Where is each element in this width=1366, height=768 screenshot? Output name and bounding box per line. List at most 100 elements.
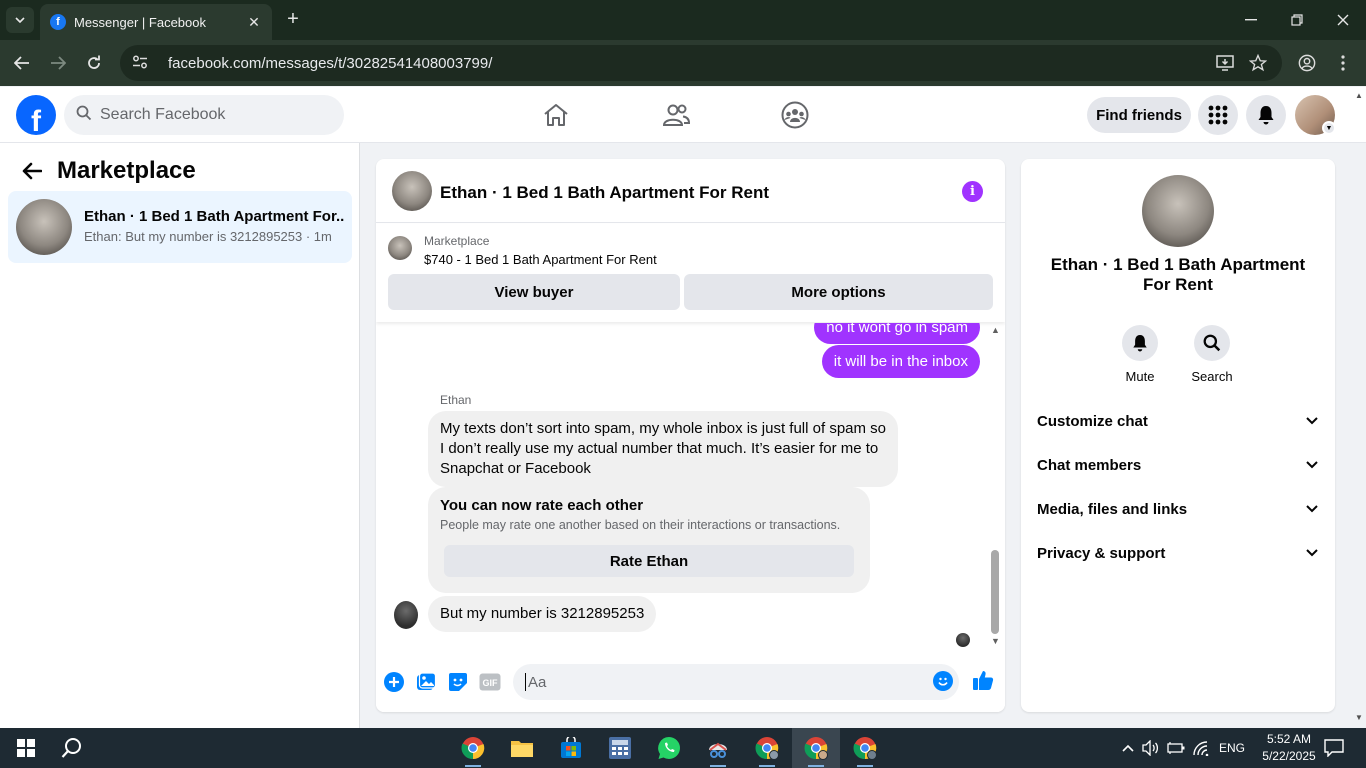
address-bar[interactable]: facebook.com/messages/t/3028254140800379… (120, 45, 1282, 81)
install-app-icon[interactable] (1214, 52, 1236, 74)
battery-icon[interactable] (1165, 734, 1187, 762)
chrome-profile-icon[interactable] (851, 734, 879, 762)
rating-card: You can now rate each other People may r… (428, 487, 870, 593)
listing-avatar[interactable] (1142, 175, 1214, 247)
search-in-conversation-button[interactable]: Search (1182, 325, 1242, 384)
profile-icon[interactable] (1296, 52, 1318, 74)
groups-icon[interactable] (778, 99, 812, 131)
more-options-button[interactable]: More options (684, 274, 993, 310)
menu-grid-button[interactable] (1198, 95, 1238, 135)
chat-members-row[interactable]: Chat members (1037, 447, 1319, 483)
listing-title[interactable]: $740 - 1 Bed 1 Bath Apartment For Rent (424, 252, 657, 267)
bookmark-star-icon[interactable] (1247, 52, 1269, 74)
file-explorer-icon[interactable] (508, 734, 536, 762)
incoming-message[interactable]: But my number is 3212895253 (428, 596, 657, 632)
calculator-app-icon[interactable] (606, 734, 634, 762)
notification-center-icon[interactable] (1320, 734, 1348, 762)
gif-label: GIF (483, 678, 499, 688)
view-buyer-button[interactable]: View buyer (388, 274, 680, 310)
minimize-button[interactable] (1228, 6, 1274, 34)
info-icon[interactable]: i (962, 181, 983, 202)
page-scrollbar[interactable]: ▲ ▼ (1352, 87, 1366, 728)
language-indicator[interactable]: ENG (1219, 741, 1245, 755)
incoming-message[interactable]: My texts don’t sort into spam, my whole … (428, 411, 898, 487)
back-arrow-button[interactable] (18, 157, 46, 185)
privacy-support-row[interactable]: Privacy & support (1037, 535, 1319, 571)
chat-title[interactable]: Ethan · 1 Bed 1 Bath Apartment For Rent (440, 183, 769, 203)
site-info-icon[interactable] (132, 55, 154, 72)
sender-name: Ethan (440, 393, 472, 407)
chevron-down-icon (15, 17, 25, 23)
emoji-icon[interactable] (933, 671, 953, 691)
scroll-up-arrow-icon[interactable]: ▲ (991, 325, 1000, 335)
scroll-down-arrow-icon[interactable]: ▼ (991, 636, 1000, 646)
scroll-down-arrow-icon[interactable]: ▼ (1355, 713, 1363, 722)
facebook-search-input[interactable]: Search Facebook (64, 95, 344, 135)
mute-label: Mute (1125, 369, 1155, 384)
home-icon[interactable] (539, 99, 573, 131)
clock-time[interactable]: 5:52 AM (1259, 732, 1319, 746)
listing-thumbnail[interactable] (388, 236, 412, 260)
chat-avatar[interactable] (392, 171, 432, 211)
browser-menu-icon[interactable] (1332, 52, 1354, 74)
find-friends-button[interactable]: Find friends (1087, 97, 1191, 133)
wifi-icon[interactable] (1190, 734, 1212, 762)
message-scrollbar[interactable]: ▲ ▼ (989, 323, 1001, 657)
message-list: no it wont go in spam it will be in the … (376, 323, 1005, 657)
customize-chat-row[interactable]: Customize chat (1037, 403, 1319, 439)
windows-start-icon[interactable] (12, 734, 40, 762)
close-icon (1337, 14, 1349, 26)
outgoing-message[interactable]: no it wont go in spam (814, 323, 980, 344)
microsoft-store-icon[interactable] (557, 734, 585, 762)
volume-icon[interactable] (1140, 734, 1162, 762)
chat-header: Ethan · 1 Bed 1 Bath Apartment For Rent … (376, 159, 1005, 223)
chevron-down-icon[interactable]: ▼ (1322, 121, 1336, 135)
reload-button[interactable] (81, 50, 107, 76)
plus-circle-icon[interactable] (383, 671, 405, 693)
running-indicator (465, 765, 481, 767)
tab-close-icon[interactable]: ✕ (246, 14, 262, 31)
browser-toolbar: facebook.com/messages/t/3028254140800379… (0, 40, 1366, 86)
chevron-down-icon (1305, 414, 1319, 428)
mute-button[interactable]: Mute (1110, 325, 1170, 384)
whatsapp-icon[interactable] (655, 734, 683, 762)
running-indicator (857, 765, 873, 767)
message-input-placeholder: Aa (528, 673, 547, 691)
scrollbar-thumb[interactable] (991, 550, 999, 634)
search-icon[interactable] (58, 734, 86, 762)
tab-title: Messenger | Facebook (74, 14, 206, 30)
outgoing-message[interactable]: it will be in the inbox (821, 345, 980, 378)
photo-icon[interactable] (415, 671, 437, 693)
tab-search-button[interactable] (6, 7, 34, 33)
forward-button[interactable] (45, 50, 71, 76)
sender-avatar[interactable] (394, 601, 418, 629)
chevron-up-icon[interactable] (1118, 734, 1138, 762)
clock-date[interactable]: 5/22/2025 (1254, 749, 1324, 763)
text-caret (525, 673, 526, 691)
back-button[interactable] (9, 50, 35, 76)
new-tab-button[interactable]: + (282, 8, 304, 30)
chrome-profile-icon[interactable] (753, 734, 781, 762)
message-input[interactable]: Aa (513, 664, 959, 700)
thumbs-up-icon[interactable] (972, 669, 994, 691)
chrome-profile-icon[interactable] (802, 734, 830, 762)
browser-tab[interactable]: f Messenger | Facebook ✕ (40, 4, 272, 40)
conversation-item[interactable]: Ethan · 1 Bed 1 Bath Apartment For... Et… (8, 191, 352, 263)
section-label: Media, files and links (1037, 500, 1188, 518)
media-files-links-row[interactable]: Media, files and links (1037, 491, 1319, 527)
seen-receipt-avatar (956, 633, 970, 647)
restore-button[interactable] (1274, 6, 1320, 34)
rate-button[interactable]: Rate Ethan (444, 545, 854, 577)
notifications-button[interactable] (1246, 95, 1286, 135)
gif-icon[interactable]: GIF (479, 671, 501, 693)
reload-icon (88, 55, 100, 69)
section-label: Customize chat (1037, 412, 1148, 430)
friends-icon[interactable] (659, 99, 693, 131)
bell-icon (1122, 325, 1158, 361)
scroll-up-arrow-icon[interactable]: ▲ (1355, 91, 1363, 100)
close-window-button[interactable] (1320, 6, 1366, 34)
sticker-icon[interactable] (447, 671, 469, 693)
snipping-tool-icon[interactable] (704, 734, 732, 762)
facebook-logo[interactable]: f (16, 95, 56, 135)
chrome-icon[interactable] (459, 734, 487, 762)
